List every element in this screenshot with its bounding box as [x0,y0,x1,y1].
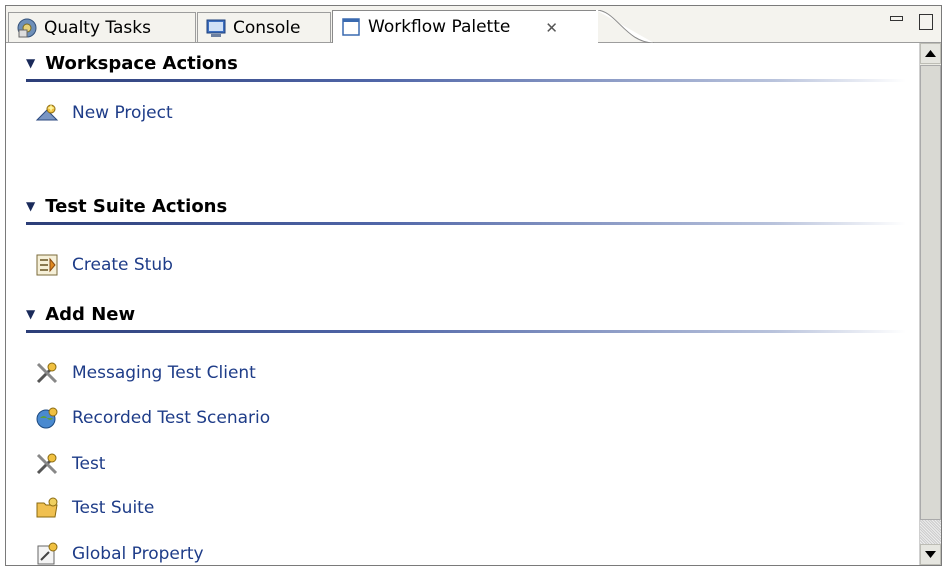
palette-content: ▼ Workspace Actions New Project ▼ Test S… [6,43,916,565]
item-label: New Project [72,103,173,123]
tab-bar: Qualty Tasks Console Workflow Palette ✕ [6,6,941,43]
section-workspace-actions[interactable]: ▼ Workspace Actions [26,48,906,78]
test-client-icon [34,361,60,385]
minimize-icon[interactable] [890,16,903,21]
vertical-scrollbar[interactable] [919,43,941,565]
item-label: Test [72,454,106,474]
item-label: Recorded Test Scenario [72,408,271,428]
item-label: Messaging Test Client [72,363,256,383]
item-label: Create Stub [72,255,173,275]
test-icon [34,452,60,476]
section-divider [26,330,906,333]
section-divider [26,222,906,225]
global-property-icon [34,542,60,565]
section-title: Workspace Actions [45,52,238,74]
test-suite-icon [34,496,60,520]
new-project-icon [34,101,60,125]
section-title: Add New [45,303,136,325]
item-recorded-test-scenario[interactable]: Recorded Test Scenario [34,404,270,432]
section-divider [26,79,906,82]
item-test-suite[interactable]: Test Suite [34,494,154,522]
close-icon[interactable]: ✕ [545,19,558,37]
create-stub-icon [34,253,60,277]
scroll-up-button[interactable] [920,43,941,64]
tab-label: Workflow Palette [368,17,511,37]
tab-label: Qualty Tasks [44,17,151,38]
tasks-icon [15,17,39,39]
item-label: Test Suite [72,498,155,518]
section-title: Test Suite Actions [45,195,228,217]
scroll-down-button[interactable] [920,544,941,565]
section-add-new[interactable]: ▼ Add New [26,299,906,329]
tab-console[interactable]: Console [197,12,331,42]
collapse-triangle-icon: ▼ [26,199,36,213]
collapse-triangle-icon: ▼ [26,307,36,321]
maximize-icon[interactable] [919,14,933,30]
item-messaging-test-client[interactable]: Messaging Test Client [34,359,256,387]
item-label: Global Property [72,544,204,564]
workflow-palette-view: Qualty Tasks Console Workflow Palette ✕ … [5,5,942,566]
item-new-project[interactable]: New Project [34,99,173,127]
scroll-thumb[interactable] [920,65,941,520]
palette-icon [339,16,363,38]
tab-label: Console [233,17,301,38]
item-test[interactable]: Test [34,450,105,478]
tab-workflow-palette[interactable]: Workflow Palette ✕ [332,10,597,43]
scroll-track[interactable] [920,520,941,544]
console-icon [204,17,228,39]
item-create-stub[interactable]: Create Stub [34,251,173,279]
collapse-triangle-icon: ▼ [26,56,36,70]
tab-quality-tasks[interactable]: Qualty Tasks [8,12,196,42]
item-global-property[interactable]: Global Property [34,540,204,565]
tab-curve [596,10,655,43]
section-test-suite-actions[interactable]: ▼ Test Suite Actions [26,191,906,221]
recorded-scenario-icon [34,406,60,430]
